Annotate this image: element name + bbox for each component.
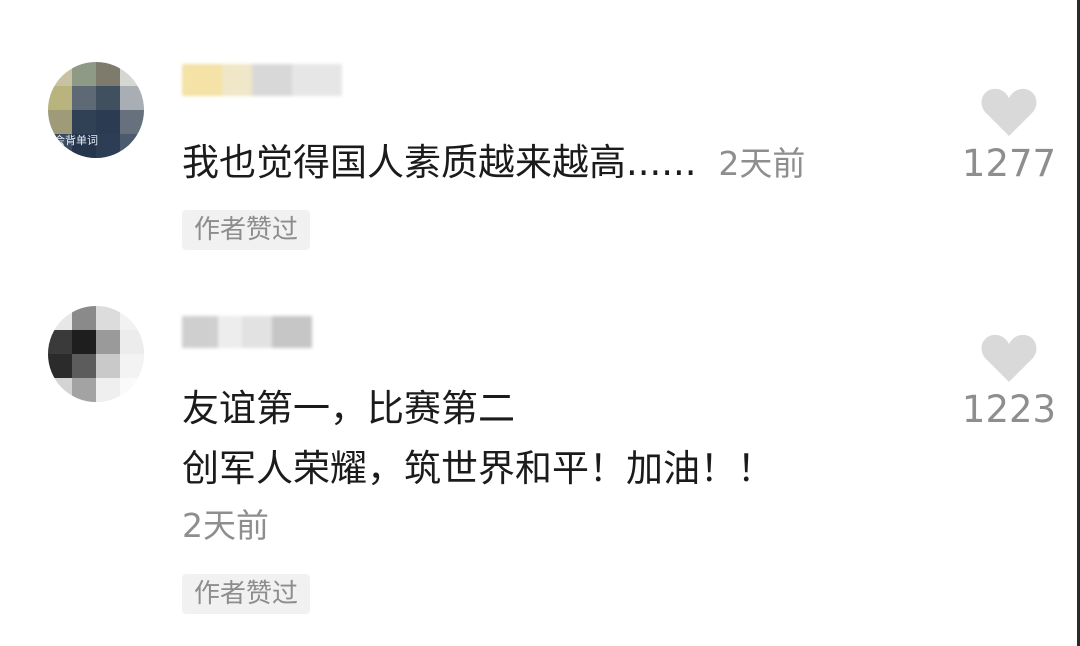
- heart-icon[interactable]: [980, 332, 1038, 384]
- comment-text-line: 友谊第一，比赛第二: [182, 387, 515, 430]
- comment-text: 我也觉得国人素质越来越高...... 2天前: [182, 140, 805, 187]
- author-liked-tag: 作者赞过: [182, 210, 311, 250]
- username-blurred[interactable]: [182, 64, 342, 96]
- avatar[interactable]: 会背单词: [48, 62, 144, 158]
- avatar[interactable]: [48, 306, 144, 402]
- comment-text-line: 我也觉得国人素质越来越高......: [182, 141, 697, 184]
- like-count: 1277: [961, 142, 1057, 185]
- username-blurred[interactable]: [182, 316, 312, 348]
- author-liked-tag: 作者赞过: [182, 574, 311, 614]
- comment-text-line: 创军人荣耀，筑世界和平！加油！！: [182, 447, 774, 490]
- comment-time: 2天前: [182, 506, 269, 545]
- like-count: 1223: [961, 388, 1057, 431]
- comment-list: 会背单词 我也觉得国人素质越来越高...... 2天前 作者赞过 1277 友谊…: [0, 0, 1080, 646]
- comment-time: 2天前: [718, 144, 806, 183]
- heart-icon[interactable]: [980, 86, 1038, 138]
- avatar-caption: 会背单词: [54, 134, 98, 147]
